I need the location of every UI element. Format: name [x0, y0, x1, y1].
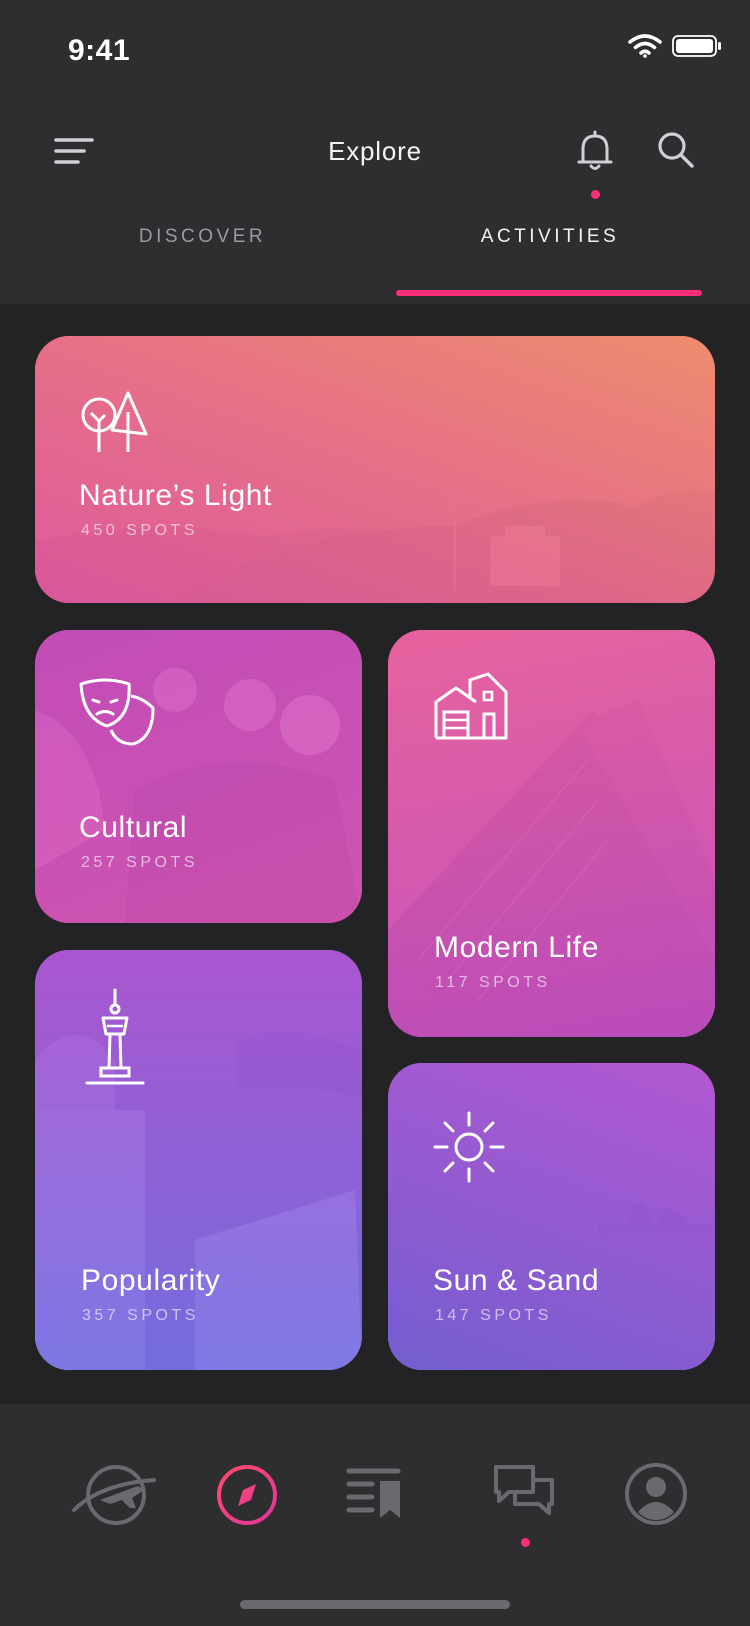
card-cultural[interactable]: Cultural 257 SPOTS [35, 630, 362, 923]
bottom-tab-bar [0, 1404, 750, 1626]
card-title: Cultural [79, 811, 188, 844]
bookmark-list-icon[interactable] [346, 1466, 404, 1520]
status-bar: 9:41 [0, 0, 750, 100]
theater-masks-icon [79, 678, 155, 746]
tab-discover[interactable]: DISCOVER [45, 226, 360, 248]
active-tab-indicator [396, 290, 702, 296]
card-spot-count: 147 SPOTS [435, 1307, 552, 1324]
card-spot-count: 117 SPOTS [435, 974, 551, 991]
travel-planet-icon[interactable] [70, 1462, 158, 1528]
header: Explore DISCOVER ACTIVITIES [0, 100, 750, 304]
status-time: 9:41 [68, 34, 131, 67]
card-title: Nature’s Light [79, 479, 272, 512]
card-spot-count: 450 SPOTS [81, 522, 198, 539]
search-icon[interactable] [656, 130, 696, 170]
card-spot-count: 357 SPOTS [82, 1307, 199, 1324]
card-modern-life[interactable]: Modern Life 117 SPOTS [388, 630, 715, 1037]
card-spot-count: 257 SPOTS [81, 854, 198, 871]
card-title: Sun & Sand [433, 1264, 600, 1297]
card-title: Modern Life [434, 931, 600, 964]
home-indicator[interactable] [240, 1600, 510, 1609]
building-icon [434, 672, 508, 740]
card-overlay [35, 630, 362, 923]
bell-icon[interactable] [576, 130, 614, 172]
profile-icon[interactable] [624, 1462, 688, 1526]
trees-icon [81, 391, 148, 452]
battery-icon [672, 35, 721, 57]
card-popularity[interactable]: Popularity 357 SPOTS [35, 950, 362, 1370]
page-title: Explore [328, 136, 422, 166]
card-overlay [35, 336, 715, 603]
card-natures-light[interactable]: Nature’s Light 450 SPOTS [35, 336, 715, 603]
card-title: Popularity [81, 1264, 221, 1297]
card-sun-and-sand[interactable]: Sun & Sand 147 SPOTS [388, 1063, 715, 1370]
sun-icon [433, 1111, 505, 1183]
wifi-icon [628, 34, 662, 58]
chat-badge-dot [521, 1538, 530, 1547]
chat-icon[interactable] [493, 1462, 555, 1524]
compass-icon[interactable] [214, 1462, 280, 1528]
notification-dot [591, 190, 600, 199]
tab-activities[interactable]: ACTIVITIES [395, 226, 705, 248]
tower-icon [85, 988, 145, 1085]
